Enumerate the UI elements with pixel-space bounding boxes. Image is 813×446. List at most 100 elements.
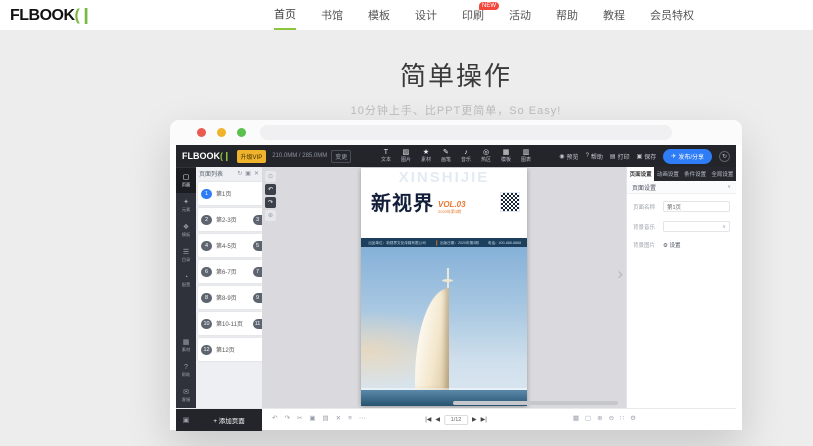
sidebar-item-config[interactable]: ◔ 配置 <box>176 268 196 293</box>
change-size-button[interactable]: 变更 <box>331 149 352 163</box>
page-list-item[interactable]: 10 第10-11页 11 <box>198 312 262 335</box>
thumbnails-icon[interactable]: ▦ <box>573 416 579 423</box>
settings-field: 页面名称 第1页 <box>633 201 730 212</box>
action-help[interactable]: ? 帮助 <box>586 152 603 161</box>
settings-icon[interactable]: ⚙ <box>630 416 636 423</box>
zoom-out-icon[interactable]: ⊖ <box>609 416 614 423</box>
page-badge-right: 7 <box>253 266 262 277</box>
more-icon[interactable]: ⋯ <box>359 416 366 423</box>
tool-label: 图片 <box>400 157 411 163</box>
copy-icon[interactable]: ▣ <box>245 170 251 177</box>
save-icon: ▣ <box>636 153 643 160</box>
page-list-item[interactable]: 6 第6-7页 7 <box>198 260 262 283</box>
minimize-window-icon[interactable] <box>217 128 226 137</box>
tool-music[interactable]: ♪ 音乐 <box>461 149 471 163</box>
nav-item-设计[interactable]: 设计 <box>415 0 437 30</box>
nav-item-书馆[interactable]: 书馆 <box>321 0 343 30</box>
page-list-item[interactable]: 2 第2-3页 3 <box>198 208 262 231</box>
first-page-icon[interactable]: |◀ <box>425 417 431 423</box>
redo-icon[interactable]: ↷ <box>284 416 289 423</box>
page-list-item[interactable]: 12 第12页 <box>198 338 262 361</box>
horizontal-scrollbar[interactable] <box>453 401 618 405</box>
tab-动画设置[interactable]: 动画设置 <box>654 167 681 181</box>
magazine-cover-page[interactable]: XINSHIJIE 新视界 VOL.03 2020年第3期 出品单位：新视界文化… <box>361 168 527 406</box>
sidebar-item-service[interactable]: ✉ 客服 <box>176 383 196 408</box>
settings-icon[interactable]: ⊙ <box>265 171 276 182</box>
page-name-input[interactable]: 第1页 <box>663 201 730 212</box>
page-list-item[interactable]: 1 第1页 <box>198 182 262 205</box>
action-preview[interactable]: ◉ 预览 <box>559 152 578 161</box>
settings-section-header[interactable]: 页面设置 ∨ <box>627 181 736 194</box>
prev-page-icon[interactable]: ◀ <box>435 417 440 423</box>
zoom-in-icon[interactable]: ⊕ <box>597 416 602 423</box>
cover-info-text: 电话：400-888-8888 <box>487 239 522 245</box>
tab-全局设置[interactable]: 全局设置 <box>709 167 736 181</box>
maximize-window-icon[interactable] <box>237 128 246 137</box>
fullscreen-icon[interactable]: ∷ <box>620 416 624 423</box>
page-number-input[interactable]: 1/12 <box>444 414 468 425</box>
nav-item-会员特权[interactable]: 会员特权 <box>650 0 694 30</box>
lock-icon[interactable]: ⊕ <box>265 210 276 221</box>
cover-header: XINSHIJIE 新视界 VOL.03 2020年第3期 <box>361 168 527 238</box>
action-print[interactable]: ▤ 打印 <box>610 152 630 161</box>
copy-icon[interactable]: ▣ <box>309 416 315 423</box>
site-logo[interactable]: FLBOOK(❙ <box>10 5 93 25</box>
redo-icon[interactable]: ↷ <box>265 197 276 208</box>
tab-条件设置[interactable]: 条件设置 <box>682 167 709 181</box>
sidebar-item-support[interactable]: ? 帮助 <box>176 358 196 383</box>
page-list-item[interactable]: 4 第4-5页 5 <box>198 234 262 257</box>
sidebar-item-elements[interactable]: ✦ 元素 <box>176 193 196 218</box>
address-bar[interactable] <box>260 125 672 140</box>
tool-chart[interactable]: ▥ 图表 <box>521 149 531 163</box>
sidebar-item-templates[interactable]: ❖ 模板 <box>176 218 196 243</box>
tool-template[interactable]: ▦ 模板 <box>501 149 511 163</box>
refresh-account-icon[interactable]: ↻ <box>719 150 730 162</box>
sidebar-item-catalog[interactable]: ☰ 目录 <box>176 243 196 268</box>
tool-text[interactable]: T 文本 <box>381 149 391 163</box>
next-page-icon[interactable]: ▶ <box>472 417 477 423</box>
undo-icon[interactable]: ↶ <box>272 416 277 423</box>
tool-brush[interactable]: ✎ 画笔 <box>441 149 451 163</box>
refresh-icon[interactable]: ↻ <box>237 170 242 177</box>
page-list-item[interactable]: 8 第8-9页 9 <box>198 286 262 309</box>
add-page-button[interactable]: + 添加页面 <box>196 409 262 431</box>
delete-icon[interactable]: ✕ <box>336 416 341 423</box>
tool-material[interactable]: ★ 素材 <box>421 149 431 163</box>
left-rail: ▢ 页面 ✦ 元素 ❖ 模板 ☰ 目录 ◔ 配置 ▦ 素材? 帮助 ✉ 客服 <box>176 167 196 408</box>
cut-icon[interactable]: ✂ <box>297 416 302 423</box>
publish-button[interactable]: ✈ 发布/分享 <box>663 148 712 164</box>
nav-item-帮助[interactable]: 帮助 <box>556 0 578 30</box>
background-image-settings-button[interactable]: ⚙ 设置 <box>663 241 680 249</box>
tab-页面设置[interactable]: 页面设置 <box>627 167 655 181</box>
background-music-select[interactable]: ∨ <box>663 221 730 232</box>
close-window-icon[interactable] <box>197 128 206 137</box>
sidebar-item-pages[interactable]: ▢ 页面 <box>176 168 196 193</box>
cover-photo-burj-al-arab <box>361 247 527 406</box>
undo-icon[interactable]: ↶ <box>265 184 276 195</box>
nav-item-label: 会员特权 <box>650 10 694 22</box>
tool-hotspot[interactable]: ◎ 热区 <box>481 149 491 163</box>
canvas-board-icon[interactable]: ▣ <box>176 409 196 431</box>
sidebar-item-assets[interactable]: ▦ 素材 <box>176 333 196 358</box>
nav-item-活动[interactable]: 活动 <box>509 0 531 30</box>
align-icon[interactable]: ≡ <box>348 416 352 423</box>
material-icon: ★ <box>422 149 430 156</box>
nav-item-label: 首页 <box>274 9 296 21</box>
action-save[interactable]: ▣ 保存 <box>637 152 657 161</box>
tool-image[interactable]: ▨ 图片 <box>401 149 411 163</box>
page-label: 第12页 <box>216 348 235 354</box>
page-badge-left: 6 <box>201 266 212 277</box>
nav-item-首页[interactable]: 首页 <box>274 0 296 30</box>
nav-item-印刷[interactable]: 印刷 NEW <box>462 0 499 30</box>
nav-item-模板[interactable]: 模板 <box>368 0 390 30</box>
next-page-arrow[interactable]: › <box>617 265 623 282</box>
fit-icon[interactable]: ▢ <box>585 416 591 423</box>
last-page-icon[interactable]: ▶| <box>481 417 487 423</box>
vip-badge[interactable]: 升级VIP <box>236 149 267 163</box>
nav-item-教程[interactable]: 教程 <box>603 0 625 30</box>
delete-icon[interactable]: ✕ <box>254 170 259 177</box>
paste-icon[interactable]: ▤ <box>323 416 329 423</box>
page-badge-left: 4 <box>201 240 212 251</box>
page-title: 简单操作 <box>399 61 512 91</box>
canvas-mini-toolbar: ⊙ ↶ ↷ ⊕ <box>265 171 276 221</box>
